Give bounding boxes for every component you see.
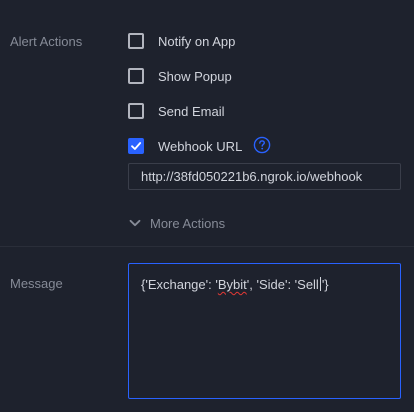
send-email-option[interactable]: Send Email [128,102,224,120]
more-actions-label: More Actions [150,215,226,231]
notify-on-app-label: Notify on App [158,33,236,49]
message-label: Message [10,276,63,291]
webhook-url-checkbox[interactable] [128,138,144,154]
text-caret [319,277,321,291]
section-divider [0,246,414,247]
notify-on-app-option[interactable]: Notify on App [128,32,235,50]
webhook-url-label: Webhook URL [158,138,243,154]
message-text-start: {'Exchange': ' [141,277,218,292]
show-popup-label: Show Popup [158,68,232,84]
message-textarea[interactable]: {'Exchange': 'Bybit', 'Side': 'Sell '} [128,263,401,399]
more-actions-toggle[interactable]: More Actions [128,214,225,232]
question-circle-icon[interactable] [253,136,271,154]
notify-on-app-checkbox[interactable] [128,33,144,49]
send-email-checkbox[interactable] [128,103,144,119]
webhook-url-option[interactable]: Webhook URL [128,137,242,155]
show-popup-checkbox[interactable] [128,68,144,84]
webhook-url-input[interactable] [128,163,401,190]
checkmark-icon [131,142,142,150]
chevron-down-icon [129,219,141,227]
alert-actions-label: Alert Actions [10,34,83,49]
show-popup-option[interactable]: Show Popup [128,67,232,85]
message-misspelled-word: Bybit [217,277,247,292]
message-text-end: '} [321,277,329,292]
message-text-middle: ', 'Side': 'Sell [246,277,319,292]
send-email-label: Send Email [158,103,225,119]
